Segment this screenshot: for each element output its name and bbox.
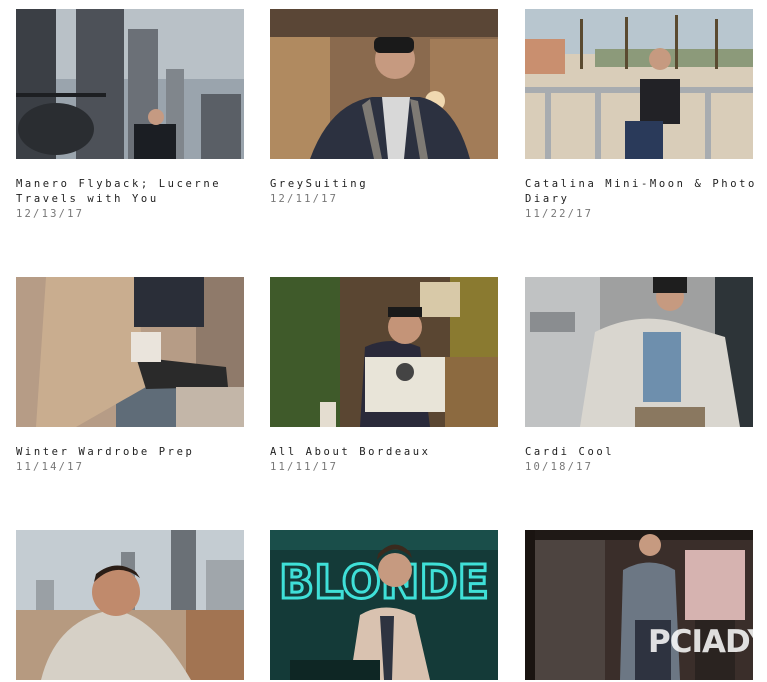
post-date: 12/13/17 <box>16 208 85 220</box>
watermark-logo: PCIADY <box>648 624 767 660</box>
post-title[interactable]: All About Bordeaux <box>270 445 506 460</box>
post-thumbnail-camel-coat[interactable] <box>16 277 244 427</box>
post-thumbnail-cardigan-camera[interactable] <box>525 277 753 427</box>
post-title[interactable]: GreySuiting <box>270 177 506 192</box>
post-thumbnail-grey-suit-lobby[interactable] <box>270 9 498 159</box>
post-title[interactable]: Catalina Mini-Moon & Photo Diary <box>525 177 761 207</box>
post-date: 11/22/17 <box>525 208 594 220</box>
post-thumbnail-cafe-newspaper[interactable] <box>270 277 498 427</box>
post-date: 11/14/17 <box>16 461 85 473</box>
post-thumbnail-beach-railing[interactable] <box>525 9 753 159</box>
post-thumbnail-rooftop-skyline[interactable] <box>16 530 244 680</box>
post-title[interactable]: Cardi Cool <box>525 445 761 460</box>
post-thumbnail-neon-blonde[interactable]: BLONDE <box>270 530 498 680</box>
post-date: 11/11/17 <box>270 461 339 473</box>
post-title[interactable]: Winter Wardrobe Prep <box>16 445 252 460</box>
post-date: 12/11/17 <box>270 193 339 205</box>
post-title[interactable]: Manero Flyback; Lucerne Travels with You <box>16 177 252 207</box>
post-thumbnail-city-helicopter[interactable] <box>16 9 244 159</box>
post-date: 10/18/17 <box>525 461 594 473</box>
